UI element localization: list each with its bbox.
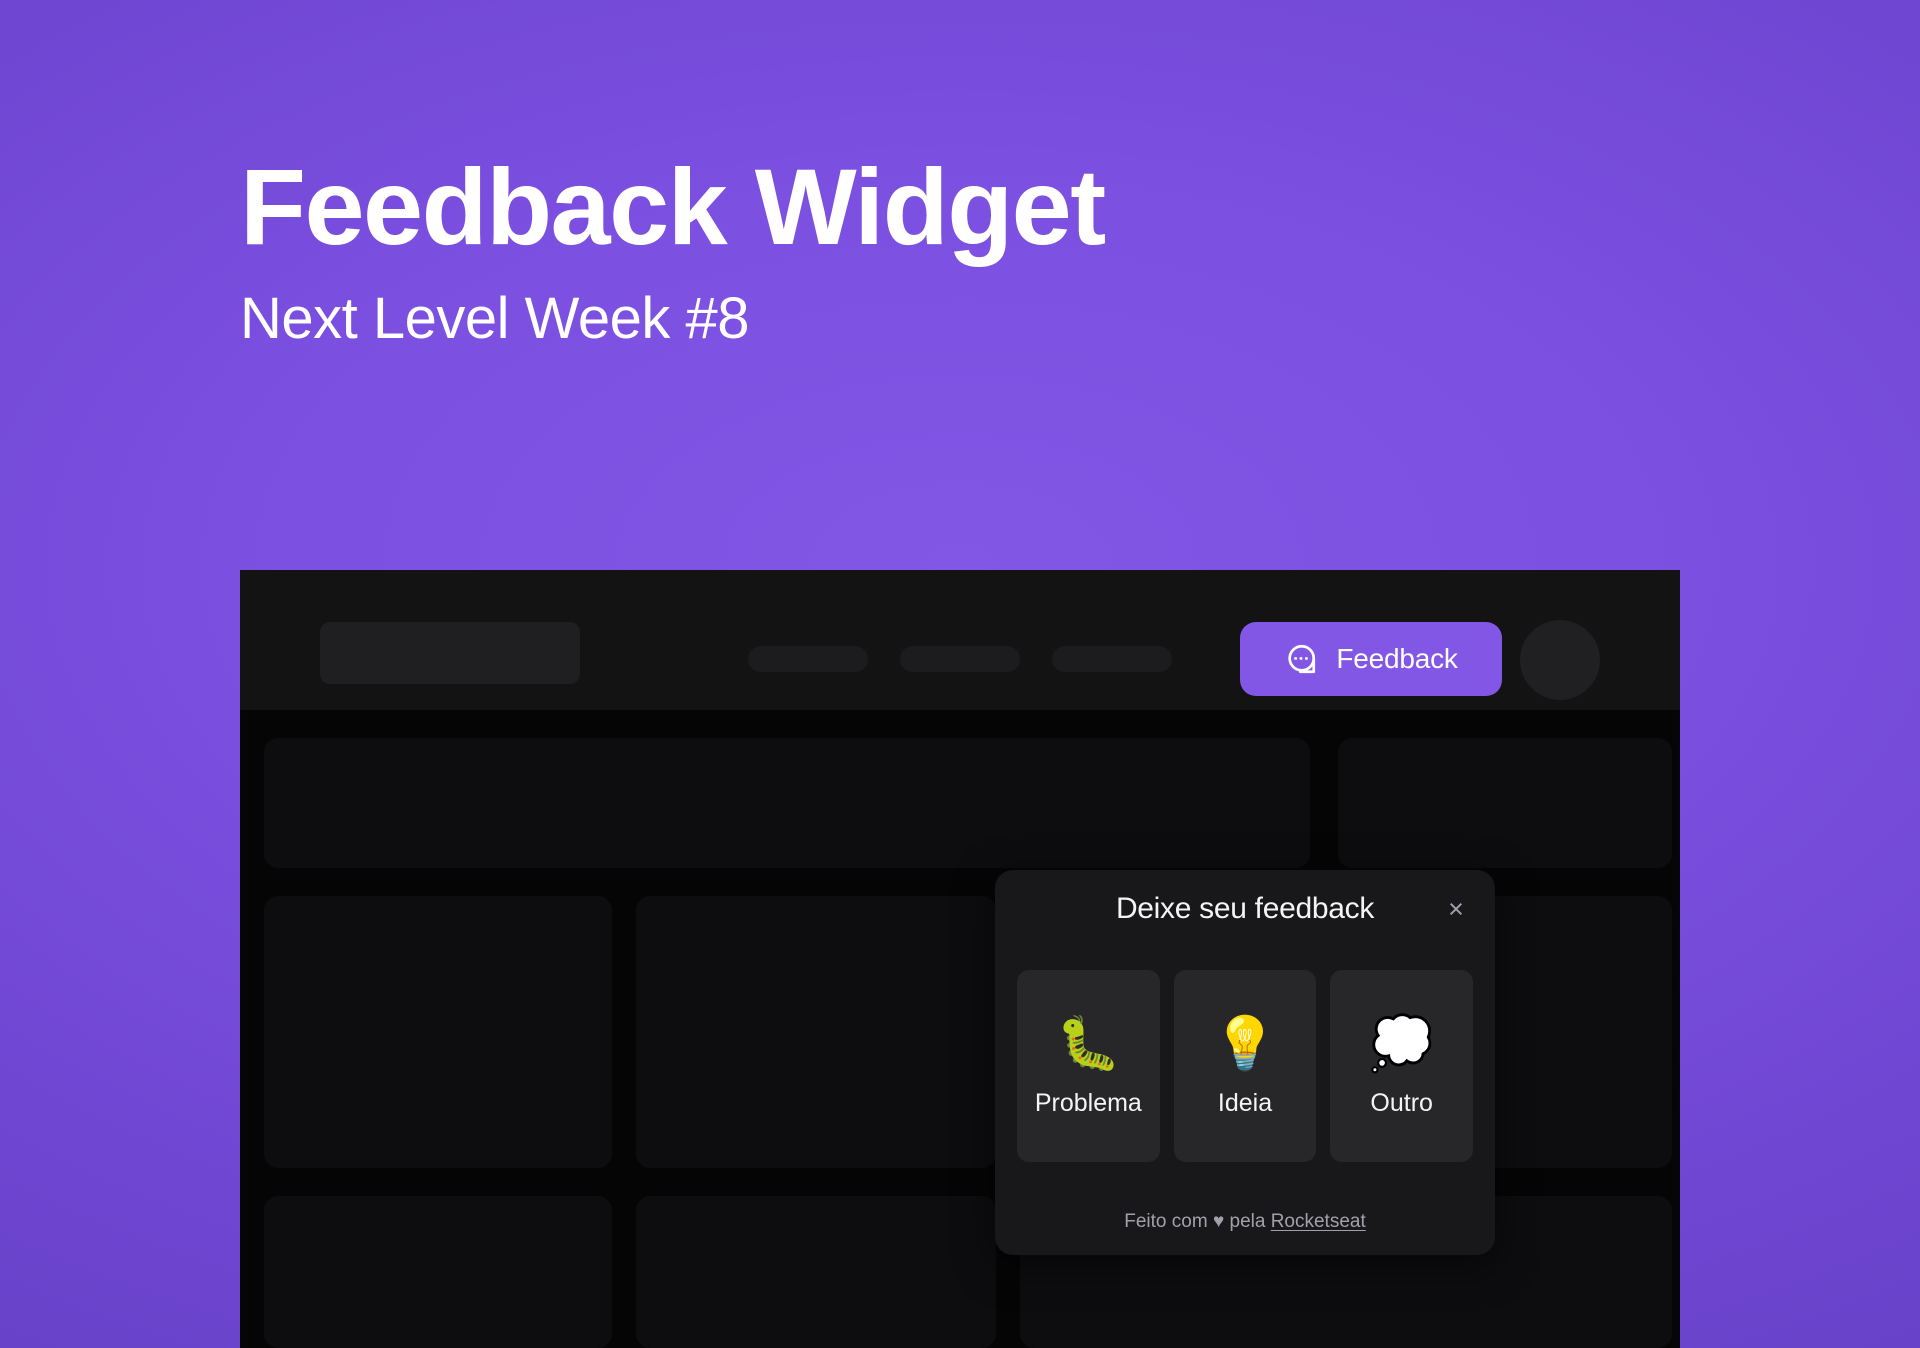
nav-link-placeholder-3[interactable] [1052, 646, 1172, 672]
thought-balloon-emoji: 💭 [1369, 1014, 1435, 1073]
content-block-top-right [1338, 738, 1672, 868]
footer-prefix: Feito com [1124, 1211, 1213, 1232]
feedback-type-options: 🐛 Problema 💡 Ideia 💭 Outro [995, 970, 1495, 1162]
app-mockup: Feedback Deixe seu feedback × 🐛 Problema… [240, 570, 1680, 1348]
feedback-option-ideia[interactable]: 💡 Ideia [1173, 970, 1317, 1162]
feedback-option-outro[interactable]: 💭 Outro [1330, 970, 1474, 1162]
logo-placeholder [320, 622, 580, 684]
heart-icon: ♥ [1212, 1211, 1225, 1232]
content-block-bottom-center [636, 1196, 996, 1348]
popup-title: Deixe seu feedback [1115, 892, 1375, 925]
footer-middle: pela [1224, 1211, 1271, 1232]
bug-emoji: 🐛 [1055, 1014, 1121, 1073]
page-root: Feedback Widget Next Level Week #8 Feedb… [0, 0, 1920, 1348]
rocketseat-link[interactable]: Rocketseat [1271, 1211, 1366, 1232]
feedback-option-label: Problema [1034, 1088, 1142, 1117]
mockup-navbar: Feedback [240, 570, 1680, 710]
feedback-option-problema[interactable]: 🐛 Problema [1017, 970, 1160, 1162]
hero-section: Feedback Widget Next Level Week #8 [240, 146, 1106, 352]
close-icon[interactable]: × [1439, 892, 1473, 926]
avatar[interactable] [1520, 620, 1600, 700]
nav-link-placeholder-1[interactable] [748, 646, 868, 672]
content-block-mid-center [636, 896, 996, 1168]
feedback-option-label: Outro [1370, 1088, 1433, 1117]
popup-footer: Feito com ♥ pela Rocketseat [995, 1211, 1495, 1233]
page-subtitle: Next Level Week #8 [240, 286, 749, 352]
content-block-mid-left [264, 896, 612, 1168]
chat-bubble-dots-icon [1284, 642, 1318, 676]
light-bulb-emoji: 💡 [1212, 1014, 1278, 1073]
nav-link-placeholder-2[interactable] [900, 646, 1020, 672]
page-title: Feedback Widget [240, 146, 1106, 267]
feedback-option-label: Ideia [1217, 1088, 1273, 1117]
mockup-body: Deixe seu feedback × 🐛 Problema 💡 Ideia … [240, 710, 1680, 1348]
feedback-button[interactable]: Feedback [1240, 622, 1502, 696]
feedback-popup: Deixe seu feedback × 🐛 Problema 💡 Ideia … [995, 870, 1495, 1255]
content-block-wide [264, 738, 1310, 868]
feedback-button-label: Feedback [1336, 643, 1458, 674]
popup-header: Deixe seu feedback × [995, 870, 1495, 948]
content-block-bottom-left [264, 1196, 612, 1348]
